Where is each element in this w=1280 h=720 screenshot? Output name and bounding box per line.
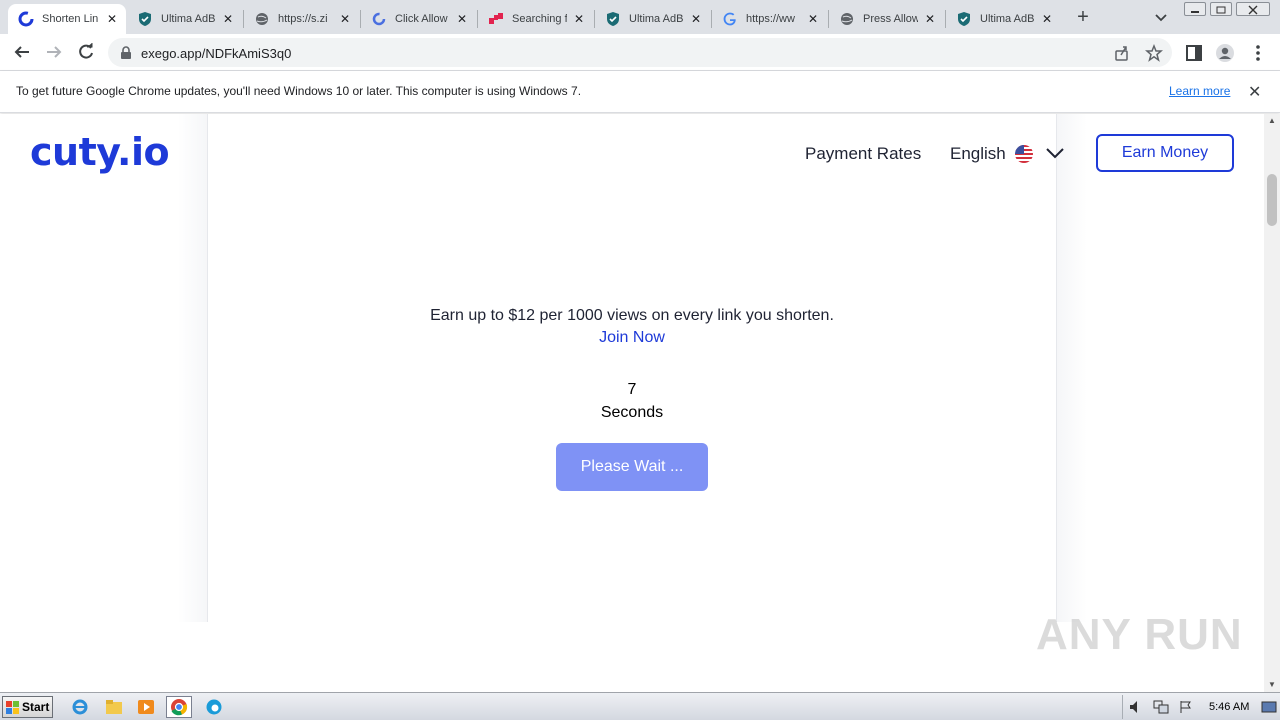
show-desktop-icon[interactable] (1261, 700, 1277, 719)
tab-title: Press Allow (863, 13, 918, 25)
squares-icon (488, 11, 504, 27)
media-player-icon[interactable] (136, 698, 156, 716)
please-wait-button[interactable]: Please Wait ... (556, 443, 708, 491)
close-icon[interactable]: ✕ (104, 11, 120, 27)
close-icon[interactable]: ✕ (1248, 82, 1261, 102)
right-gutter (1057, 114, 1087, 622)
globe-icon (254, 11, 270, 27)
scroll-down-icon[interactable]: ▼ (1268, 680, 1276, 689)
anyrun-watermark: ANY RUN (1036, 610, 1243, 659)
countdown-unit: Seconds (600, 404, 664, 421)
left-gutter (178, 114, 208, 622)
forward-arrow-icon (47, 46, 62, 58)
tab-title: Ultima AdBl (629, 13, 684, 25)
folder-icon[interactable] (104, 698, 124, 716)
windows-logo-icon (6, 700, 19, 714)
scrollbar-thumb[interactable] (1267, 174, 1277, 226)
tab-searching[interactable]: Searching f ✕ (478, 4, 593, 34)
tab-ultima-adblock[interactable]: Ultima AdBl ✕ (595, 4, 710, 34)
tab-shorten-link[interactable]: Shorten Lin ✕ (8, 4, 126, 34)
close-icon[interactable]: ✕ (688, 11, 704, 27)
start-button[interactable]: Start (2, 696, 53, 718)
side-panel-icon[interactable] (1184, 43, 1204, 63)
shield-icon (605, 11, 621, 27)
page-content: cuty.io Payment Rates English Earn Money… (0, 114, 1264, 692)
shield-icon (137, 11, 153, 27)
language-selector[interactable]: English (950, 144, 1006, 164)
minimize-button[interactable] (1184, 2, 1206, 16)
payment-rates-link[interactable]: Payment Rates (805, 144, 921, 164)
chevron-down-icon[interactable] (1045, 146, 1065, 165)
tab-strip: Shorten Lin ✕ Ultima AdBl ✕ https://s.zi… (0, 0, 1280, 34)
restore-button[interactable] (1210, 2, 1232, 16)
share-icon[interactable] (1113, 44, 1131, 62)
close-icon[interactable]: ✕ (805, 11, 821, 27)
tab-title: https://ww (746, 13, 795, 25)
close-icon[interactable]: ✕ (337, 11, 353, 27)
action-center-flag-icon[interactable] (1179, 700, 1193, 719)
close-icon[interactable]: ✕ (220, 11, 236, 27)
address-bar[interactable]: exego.app/NDFkAmiS3q0 (108, 38, 1172, 67)
tab-search-chevron-icon[interactable] (1152, 8, 1170, 26)
promo-text: Earn up to $12 per 1000 views on every l… (430, 307, 834, 324)
lock-icon[interactable] (120, 46, 132, 65)
reload-button[interactable] (74, 40, 98, 64)
close-icon[interactable]: ✕ (571, 11, 587, 27)
tab-ultima-adblock[interactable]: Ultima AdBl ✕ (946, 4, 1061, 34)
tab-press-allow[interactable]: Press Allow ✕ (829, 4, 944, 34)
learn-more-link[interactable]: Learn more (1169, 84, 1230, 98)
tab-google[interactable]: https://ww ✕ (712, 4, 827, 34)
back-button[interactable] (10, 40, 34, 64)
bookmark-star-icon[interactable] (1145, 43, 1163, 62)
taskbar-clock[interactable]: 5:46 AM (1209, 701, 1249, 713)
network-icon[interactable] (1153, 700, 1169, 719)
profile-icon[interactable] (1215, 43, 1235, 63)
shield-icon (956, 11, 972, 27)
url-text[interactable]: exego.app/NDFkAmiS3q0 (141, 46, 291, 61)
start-label: Start (22, 700, 50, 714)
internet-explorer-icon[interactable] (70, 698, 90, 716)
browser-toolbar: exego.app/NDFkAmiS3q0 (0, 34, 1280, 71)
close-icon[interactable]: ✕ (454, 11, 470, 27)
windows-taskbar: Start 5:46 AM (0, 692, 1280, 720)
speaker-icon[interactable] (1129, 700, 1143, 719)
close-window-button[interactable] (1236, 2, 1270, 16)
tab-s-zi[interactable]: https://s.zi ✕ (244, 4, 359, 34)
new-tab-button[interactable]: + (1072, 7, 1094, 29)
infobar-message: To get future Google Chrome updates, you… (16, 84, 582, 98)
edge-icon[interactable] (204, 698, 224, 716)
globe-icon (839, 11, 855, 27)
countdown-value: 7 (627, 381, 637, 398)
chrome-taskbar-icon[interactable] (166, 696, 192, 718)
forward-button[interactable] (42, 40, 66, 64)
tab-ultima-adblock[interactable]: Ultima AdBl ✕ (127, 4, 242, 34)
reload-favicon-icon (371, 11, 387, 27)
tab-click-allow[interactable]: Click Allow ✕ (361, 4, 476, 34)
close-icon[interactable]: ✕ (1039, 11, 1055, 27)
tab-title: Ultima AdBl (161, 13, 216, 25)
earn-money-button[interactable]: Earn Money (1096, 134, 1234, 172)
cuty-icon (18, 11, 34, 27)
tab-title: Ultima AdBl (980, 13, 1035, 25)
google-icon (722, 11, 738, 27)
reload-icon (79, 43, 93, 59)
vertical-scrollbar[interactable]: ▲ ▼ (1264, 114, 1280, 692)
join-now-link[interactable]: Join Now (208, 329, 1056, 347)
tab-title: Shorten Lin (42, 13, 99, 25)
site-logo[interactable]: cuty.io (30, 130, 170, 174)
tab-title: Searching f (512, 13, 567, 25)
tab-title: https://s.zi (278, 13, 328, 25)
back-arrow-icon (14, 46, 29, 58)
tab-title: Click Allow (395, 13, 448, 25)
update-infobar: To get future Google Chrome updates, you… (0, 71, 1280, 113)
divider (207, 114, 208, 622)
us-flag-icon[interactable] (1015, 145, 1033, 163)
close-icon[interactable]: ✕ (922, 11, 938, 27)
scroll-up-icon[interactable]: ▲ (1268, 116, 1276, 125)
system-tray: 5:46 AM (1122, 695, 1280, 719)
menu-kebab-icon[interactable] (1248, 43, 1268, 63)
